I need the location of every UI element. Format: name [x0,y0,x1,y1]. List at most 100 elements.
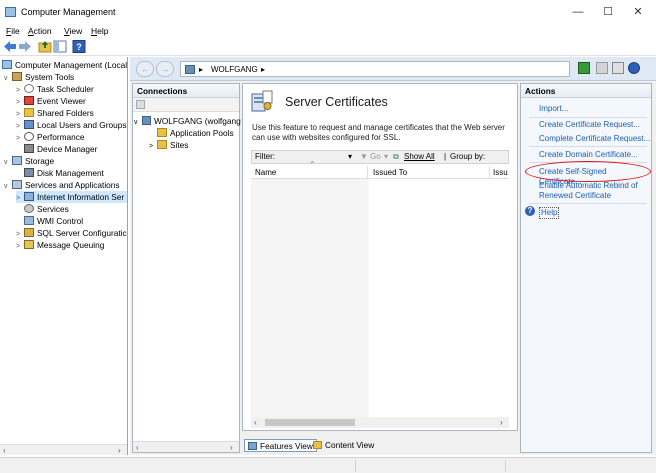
feature-pane: Server Certificates Use this feature to … [242,83,518,431]
action-complete-certificate-request[interactable]: Complete Certificate Request... [539,134,650,144]
show-hide-tree-icon[interactable] [53,40,67,53]
tab-features-view[interactable]: Features View [244,439,317,452]
svg-text:?: ? [76,42,82,52]
users-icon [24,120,34,129]
tree-item-iis[interactable]: > Internet Information Ser [16,191,127,203]
tree-item-wmi-control[interactable]: WMI Control [16,215,83,227]
message-queuing-icon [24,240,34,249]
menu-bar: File Action View Help [0,24,656,38]
console-tree: Computer Management (Local v System Tools… [0,57,128,455]
breadcrumb-wolfgang[interactable]: WOLFGANG [211,65,258,74]
tree-item-services[interactable]: Services [16,203,69,215]
maximize-button[interactable]: ☐ [594,4,622,20]
show-all-icon: ⧉ [393,152,399,161]
group-by-label[interactable]: Group by: [450,151,485,163]
feature-description: Use this feature to request and manage c… [252,123,505,142]
up-folder-icon[interactable] [38,40,52,53]
connections-horizontal-scrollbar[interactable]: ‹ › [133,441,239,452]
toolbar: ? [0,38,656,56]
address-bar: ← → ▸ WOLFGANG ▸ [130,57,656,81]
iis-icon [24,192,34,201]
tree-item-disk-management[interactable]: Disk Management [16,167,104,179]
tree-item-computer-management[interactable]: Computer Management (Local [2,59,127,71]
tree-item-shared-folders[interactable]: > Shared Folders [16,107,94,119]
iis-back-icon[interactable]: ← [136,61,154,77]
tree-item-event-viewer[interactable]: > Event Viewer [16,95,86,107]
home-icon[interactable] [612,62,624,74]
gear-icon [24,204,34,213]
action-enable-automatic-rebind-line2[interactable]: Renewed Certificate [539,191,611,201]
feature-horizontal-scrollbar[interactable]: ‹ › [251,417,509,428]
help-icon[interactable]: ? [72,40,86,53]
tree-item-performance[interactable]: > Performance [16,131,85,143]
storage-icon [12,156,22,165]
tree-item-storage[interactable]: v Storage [4,155,54,167]
computer-icon [2,60,12,69]
window-title: Computer Management [21,7,116,17]
iis-help-icon[interactable] [628,62,640,74]
menu-file[interactable]: File [6,26,20,36]
scroll-left-icon[interactable]: ‹ [3,445,6,455]
tab-content-view[interactable]: Content View [310,439,377,452]
action-create-certificate-request[interactable]: Create Certificate Request... [539,120,640,130]
action-import[interactable]: Import... [539,104,568,114]
forward-arrow-icon[interactable] [18,40,32,53]
title-bar: Computer Management — ☐ ✕ [0,0,656,24]
content-view-icon [313,441,322,449]
iis-forward-icon[interactable]: → [156,61,174,77]
tree-item-task-scheduler[interactable]: > Task Scheduler [16,83,94,95]
filter-dropdown-icon[interactable]: ▾ [348,151,352,163]
services-applications-icon [12,180,22,189]
actions-help-icon: ? [525,206,535,216]
minimize-button[interactable]: — [564,4,592,20]
tree-horizontal-scrollbar[interactable]: ‹ › [0,444,127,455]
clock-icon [24,84,34,93]
go-button[interactable]: Go [370,151,381,163]
actions-pane: Actions Import... Create Certificate Req… [520,83,652,453]
menu-view[interactable]: View [64,26,82,36]
wmi-icon [24,216,34,225]
certificate-list-header: Name Issued To Issu ⌃ [251,160,509,180]
filter-label: Filter: [255,152,275,161]
event-viewer-icon [24,96,34,105]
tree-item-services-applications[interactable]: v Services and Applications [4,179,120,191]
menu-action[interactable]: Action [28,26,52,36]
new-connection-icon[interactable] [136,100,145,109]
tools-icon [12,72,22,81]
tree-item-system-tools[interactable]: v System Tools [4,71,74,83]
connections-title: Connections [133,84,239,98]
show-all-button[interactable]: Show All [404,151,435,163]
computer-management-icon [5,7,16,17]
highlight-annotation [525,161,651,182]
sql-server-icon [24,228,34,237]
action-create-domain-certificate[interactable]: Create Domain Certificate... [539,150,638,160]
column-name[interactable]: Name [255,166,276,180]
connection-item-application-pools[interactable]: Application Pools [157,127,234,139]
address-box[interactable]: ▸ WOLFGANG ▸ [180,61,570,77]
refresh-icon[interactable] [578,62,590,74]
filter-input[interactable] [280,151,354,163]
connection-item-sites[interactable]: > Sites [149,139,188,151]
action-enable-automatic-rebind[interactable]: Enable Automatic Rebind of [539,181,638,191]
sites-folder-icon [157,140,167,149]
close-button[interactable]: ✕ [624,4,652,20]
application-pools-icon [157,128,167,137]
column-issued-to[interactable]: Issued To [373,166,407,180]
tree-item-local-users-groups[interactable]: > Local Users and Groups [16,119,126,131]
tree-item-device-manager[interactable]: Device Manager [16,143,97,155]
connection-item-wolfgang[interactable]: v WOLFGANG (wolfgang [134,115,241,127]
go-icon: ▼ [360,152,368,161]
column-issued-by[interactable]: Issu [493,166,508,180]
certificate-list[interactable] [251,179,369,417]
server-node-icon [142,116,151,125]
shared-folder-icon [24,108,34,117]
stop-icon[interactable] [596,62,608,74]
back-arrow-icon[interactable] [3,40,17,53]
features-view-icon [248,442,257,450]
action-help[interactable]: Help [539,207,560,219]
tree-item-message-queuing[interactable]: > Message Queuing [16,239,104,251]
scroll-right-icon[interactable]: › [118,445,121,455]
iis-manager-panel: ← → ▸ WOLFGANG ▸ Connections v WOLFGANG (… [130,57,656,455]
tree-item-sql-server-configuration[interactable]: > SQL Server Configuratic [16,227,127,239]
menu-help[interactable]: Help [91,26,108,36]
